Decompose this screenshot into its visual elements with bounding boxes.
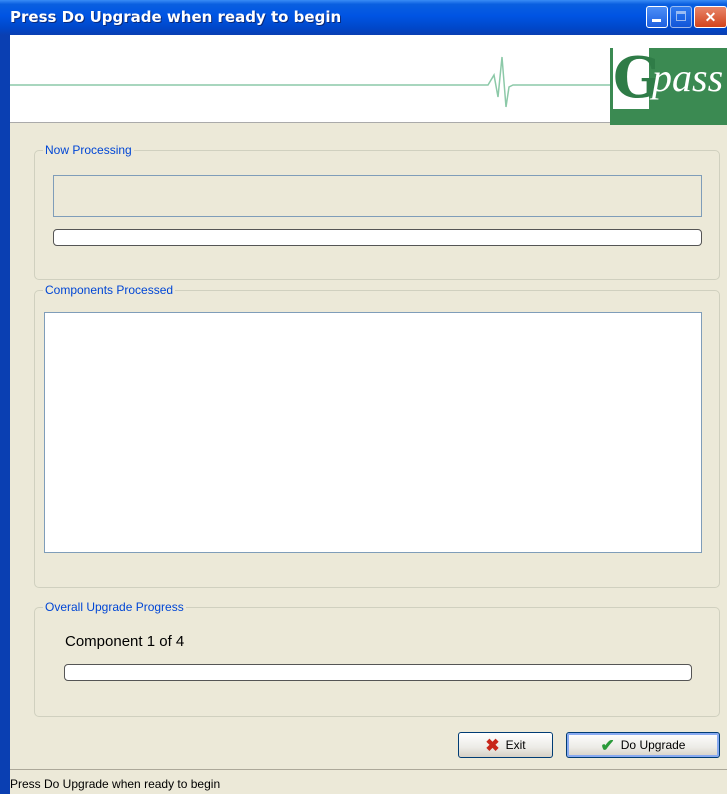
close-icon: ✕ — [704, 8, 717, 25]
window-frame — [0, 35, 10, 794]
now-processing-legend: Now Processing — [45, 143, 132, 157]
logo-text: pass — [652, 55, 724, 100]
item-progress-bar — [53, 229, 702, 246]
components-processed-legend: Components Processed — [45, 283, 174, 297]
minimize-button[interactable] — [646, 6, 668, 28]
minimize-icon — [652, 19, 661, 22]
x-icon: ✖ — [485, 735, 500, 755]
overall-progress-legend: Overall Upgrade Progress — [45, 600, 184, 614]
title-bar[interactable]: Press Do Upgrade when ready to begin ✕ — [0, 0, 727, 35]
do-upgrade-button-label: Do Upgrade — [620, 738, 686, 752]
do-upgrade-button[interactable]: ✔ Do Upgrade — [566, 732, 720, 758]
upgrade-window: Press Do Upgrade when ready to begin ✕ G… — [0, 0, 727, 794]
components-processed-list[interactable] — [44, 312, 702, 553]
status-bar: Press Do Upgrade when ready to begin — [10, 769, 727, 794]
gpass-logo: G pass — [610, 45, 727, 125]
logo-initial: G — [613, 45, 661, 111]
overall-progress-bar — [64, 664, 692, 681]
heartbeat-line-graphic — [10, 56, 610, 108]
banner: G pass — [10, 35, 727, 125]
maximize-icon — [676, 11, 686, 21]
exit-button-label: Exit — [505, 738, 526, 752]
current-item-field — [53, 175, 702, 217]
overall-progress-group: Overall Upgrade Progress — [34, 600, 720, 717]
checkmark-icon: ✔ — [600, 735, 615, 755]
status-text: Press Do Upgrade when ready to begin — [10, 777, 221, 791]
component-count-label: Component 1 of 4 — [65, 633, 185, 650]
close-button[interactable]: ✕ — [694, 6, 727, 28]
maximize-button — [670, 6, 692, 28]
exit-button[interactable]: ✖ Exit — [458, 732, 553, 758]
window-title: Press Do Upgrade when ready to begin — [10, 8, 342, 26]
